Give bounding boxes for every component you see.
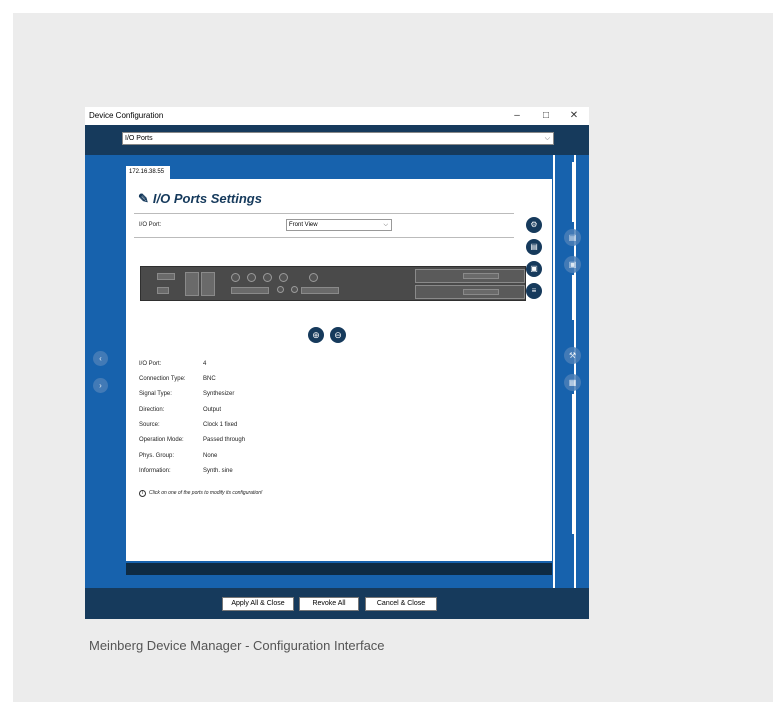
dsub-port[interactable] (231, 287, 269, 294)
page-title: ✎ I/O Ports Settings (138, 191, 262, 206)
divider (574, 155, 576, 588)
panel-footer-bar (126, 563, 552, 575)
detail-key: Signal Type: (139, 391, 172, 397)
detail-value: Passed through (203, 437, 246, 443)
chevron-down-icon: ⌵ (544, 135, 550, 142)
led (277, 286, 284, 293)
bnc-port[interactable] (247, 273, 256, 282)
divider (134, 213, 514, 214)
save-icon[interactable]: ▣ (526, 261, 542, 277)
network-port[interactable] (185, 272, 199, 296)
detail-key: Phys. Group: (139, 453, 175, 459)
io-ports-panel: ✎ I/O Ports Settings I/O Port: Front View… (126, 179, 552, 561)
network-port[interactable] (201, 272, 215, 296)
detail-value: 4 (203, 361, 207, 367)
serial-port[interactable] (157, 273, 175, 280)
info-message: i Click on one of the ports to modify its… (139, 490, 262, 497)
detail-key: Connection Type: (139, 376, 186, 382)
terminal-block[interactable] (463, 289, 499, 295)
bnc-port[interactable] (263, 273, 272, 282)
sidebar-line (572, 162, 574, 222)
detail-key: Direction: (139, 407, 165, 413)
cancel-close-button[interactable]: Cancel & Close (365, 597, 437, 611)
wrench-icon[interactable]: ⚒ (564, 347, 581, 364)
zoom-in-icon[interactable]: ⊕ (308, 327, 324, 343)
detail-value: Output (203, 407, 222, 413)
bnc-port[interactable] (309, 273, 318, 282)
open-icon[interactable]: ▤ (526, 239, 542, 255)
open-file-icon[interactable]: ▤ (564, 229, 581, 246)
nav-forward-icon[interactable]: › (93, 378, 108, 393)
detail-value: BNC (203, 376, 216, 382)
maximize-button[interactable]: □ (536, 108, 556, 124)
clipboard-icon[interactable]: ▦ (564, 374, 581, 391)
detail-key: Source: (139, 422, 160, 428)
sidebar-line (572, 275, 574, 320)
window-title: Device Configuration (89, 111, 164, 120)
io-port-label: I/O Port: (139, 222, 162, 228)
device-front-view (140, 266, 526, 301)
save-icon[interactable]: ▣ (564, 256, 581, 273)
detail-key: I/O Port: (139, 361, 162, 367)
terminal-block[interactable] (463, 273, 499, 279)
list-icon[interactable]: ≡ (526, 283, 542, 299)
detail-value: None (203, 453, 218, 459)
settings-icon[interactable]: ⚙ (526, 217, 542, 233)
sidebar-line (572, 394, 574, 534)
dsub-port[interactable] (301, 287, 339, 294)
led (291, 286, 298, 293)
minimize-button[interactable]: – (507, 108, 527, 124)
bnc-port[interactable] (231, 273, 240, 282)
detail-key: Operation Mode: (139, 437, 184, 443)
figure-caption: Meinberg Device Manager - Configuration … (89, 638, 385, 653)
section-dropdown[interactable]: I/O Ports ⌵ (122, 132, 554, 145)
chevron-down-icon: ⌵ (383, 222, 388, 228)
tab-device[interactable]: 172.16.38.55 (126, 166, 170, 179)
detail-value: Clock 1 fixed (203, 422, 238, 428)
close-button[interactable]: ✕ (564, 108, 584, 124)
divider (134, 237, 514, 238)
detail-value: Synthesizer (203, 391, 235, 397)
detail-value: Synth. sine (203, 468, 233, 474)
apply-all-close-button[interactable]: Apply All & Close (222, 597, 294, 611)
section-dropdown-value: I/O Ports (125, 135, 153, 142)
nav-back-icon[interactable]: ‹ (93, 351, 108, 366)
usb-port[interactable] (157, 287, 169, 294)
revoke-all-button[interactable]: Revoke All (299, 597, 359, 611)
detail-key: Information: (139, 468, 171, 474)
zoom-out-icon[interactable]: ⊖ (330, 327, 346, 343)
device-configuration-window: Device Configuration – □ ✕ I/O Ports ⌵ ‹… (85, 107, 589, 619)
wrench-icon: ✎ (138, 191, 149, 206)
divider (553, 155, 555, 588)
title-bar: Device Configuration – □ ✕ (85, 107, 589, 125)
bnc-port[interactable] (279, 273, 288, 282)
view-select[interactable]: Front View ⌵ (286, 219, 392, 231)
info-icon: i (139, 490, 146, 497)
view-select-value: Front View (289, 222, 318, 228)
